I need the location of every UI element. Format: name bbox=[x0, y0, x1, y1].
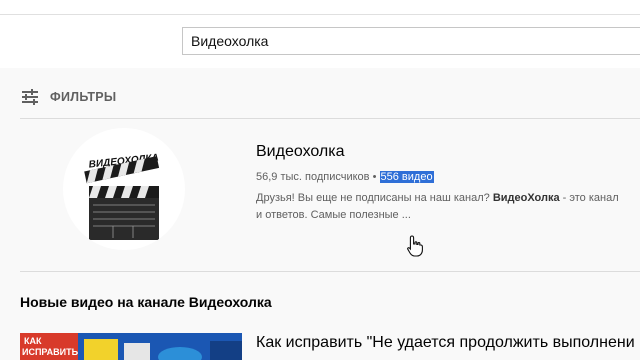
clapperboard-logo: ВИДЕОХОЛКА bbox=[84, 152, 159, 240]
tune-icon bbox=[22, 89, 38, 105]
topbar-divider bbox=[0, 14, 640, 15]
channel-meta: 56,9 тыс. подписчиков • 556 видео bbox=[256, 171, 434, 183]
section-title[interactable]: Новые видео на канале Видеохолка bbox=[20, 294, 272, 310]
filters-button[interactable]: ФИЛЬТРЫ bbox=[20, 84, 116, 110]
filters-label: ФИЛЬТРЫ bbox=[50, 90, 117, 104]
description-line-2: и ответов. Самые полезные ... bbox=[256, 209, 411, 221]
video-thumbnail[interactable]: КАК ИСПРАВИТЬ bbox=[20, 333, 242, 360]
video-title[interactable]: Как исправить "Не удается продолжить вып… bbox=[256, 334, 640, 352]
hand-cursor-icon bbox=[407, 235, 423, 257]
section-divider bbox=[20, 271, 640, 272]
thumb-text-1: КАК bbox=[24, 336, 42, 346]
channel-name[interactable]: Видеохолка bbox=[256, 143, 345, 161]
channel-avatar[interactable]: ВИДЕОХОЛКА bbox=[63, 128, 185, 250]
thumb-text-2: ИСПРАВИТЬ bbox=[22, 347, 79, 357]
description-text: - это канал bbox=[559, 192, 619, 204]
description-bold: ВидеоХолка bbox=[492, 192, 560, 204]
channel-description: Друзья! Вы еще не подписаны на наш канал… bbox=[256, 190, 640, 224]
subscriber-count: 56,9 тыс. подписчиков bbox=[256, 171, 370, 183]
description-line-1: Друзья! Вы еще не подписаны на наш канал… bbox=[256, 190, 640, 207]
thumbnail-art: КАК ИСПРАВИТЬ bbox=[20, 333, 242, 360]
top-bar bbox=[0, 0, 640, 68]
video-count: 556 видео bbox=[379, 171, 434, 183]
meta-separator: • bbox=[372, 171, 377, 183]
description-text: Друзья! Вы еще не подписаны на наш канал… bbox=[256, 192, 493, 204]
search-input[interactable] bbox=[182, 27, 640, 55]
filters-divider bbox=[20, 118, 640, 119]
